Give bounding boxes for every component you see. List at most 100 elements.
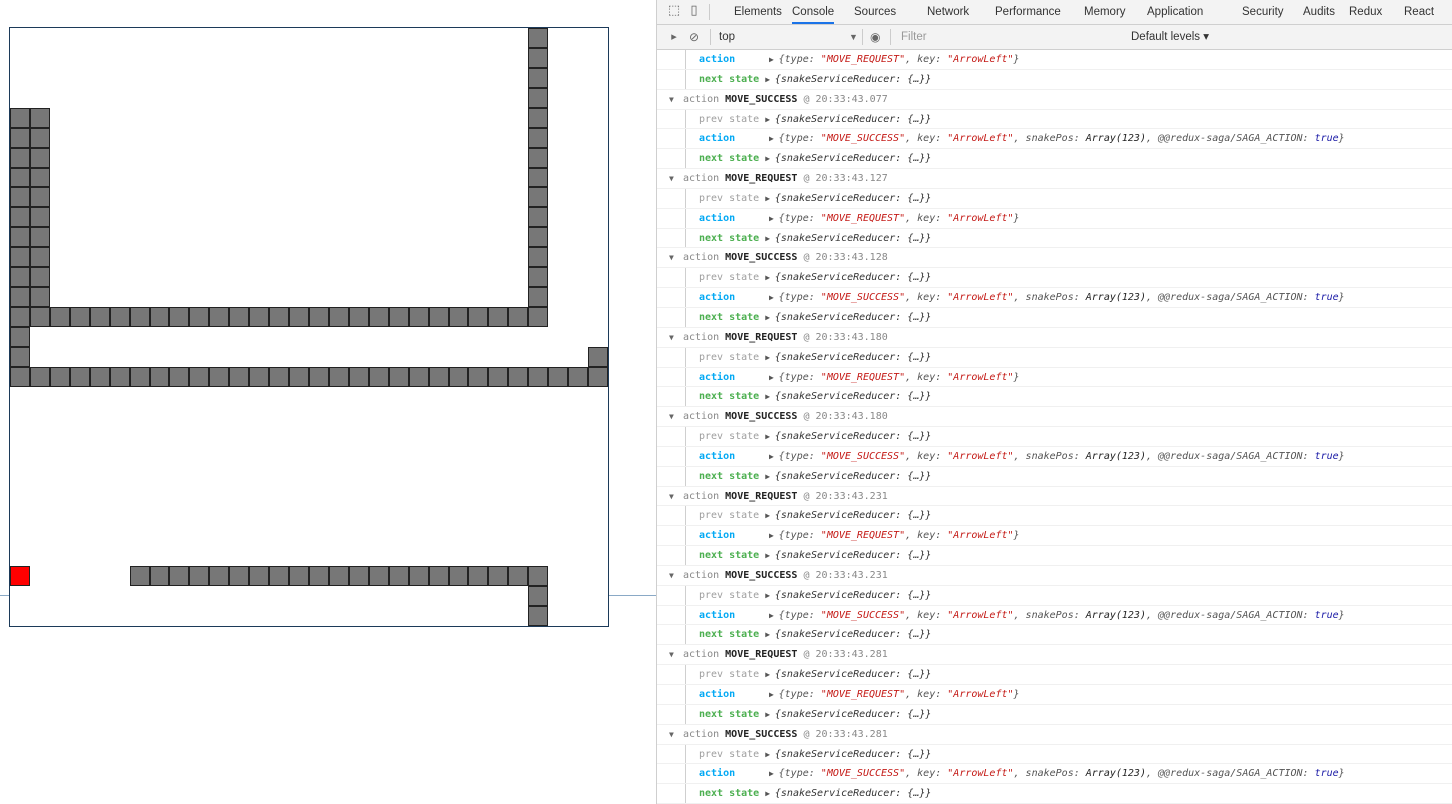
state-object[interactable]: ▶ {snakeServiceReducer: {…}} [765, 709, 931, 720]
state-object[interactable]: ▶ {snakeServiceReducer: {…}} [765, 233, 931, 244]
log-group-header[interactable]: ▼ action MOVE_REQUEST @ 20:33:43.180 [657, 328, 1452, 348]
log-group-header[interactable]: ▼ action MOVE_SUCCESS @ 20:33:43.180 [657, 407, 1452, 428]
expand-triangle-icon[interactable]: ▼ [669, 645, 674, 665]
state-object[interactable]: ▶ {snakeServiceReducer: {…}} [765, 114, 931, 125]
expand-arrow-icon[interactable]: ▶ [765, 472, 775, 481]
inspect-element-icon[interactable]: ⬚ [667, 4, 681, 18]
sidebar-toggle-icon[interactable]: ▸ [667, 30, 681, 44]
expand-arrow-icon[interactable]: ▶ [765, 591, 775, 600]
log-group-header[interactable]: ▼ action MOVE_SUCCESS @ 20:33:43.231 [657, 566, 1452, 586]
expand-arrow-icon[interactable]: ▶ [765, 75, 775, 84]
state-object[interactable]: ▶ {snakeServiceReducer: {…}} [765, 312, 931, 323]
state-object[interactable]: ▶ {snakeServiceReducer: {…}} [765, 74, 931, 85]
expand-arrow-icon[interactable]: ▶ [765, 353, 775, 362]
expand-arrow-icon[interactable]: ▶ [765, 392, 775, 401]
expand-arrow-icon[interactable]: ▶ [765, 154, 775, 163]
live-expression-eye-icon[interactable]: ◉ [870, 25, 880, 49]
expand-arrow-icon[interactable]: ▶ [765, 630, 775, 639]
state-object[interactable]: ▶ {snakeServiceReducer: {…}} [765, 510, 931, 521]
state-object[interactable]: ▶ {snakeServiceReducer: {…}} [765, 193, 931, 204]
expand-arrow-icon[interactable]: ▶ [765, 511, 775, 520]
expand-triangle-icon[interactable]: ▼ [669, 487, 674, 507]
log-row: next state ▶ {snakeServiceReducer: {…}} [657, 784, 1452, 804]
expand-triangle-icon[interactable]: ▼ [669, 566, 674, 586]
expand-triangle-icon[interactable]: ▼ [669, 328, 674, 348]
expand-arrow-icon[interactable]: ▶ [765, 789, 775, 798]
filter-input[interactable]: Filter [901, 25, 927, 49]
expand-arrow-icon[interactable]: ▶ [769, 769, 779, 778]
state-object[interactable]: ▶ {snakeServiceReducer: {…}} [765, 391, 931, 402]
state-object[interactable]: ▶ {snakeServiceReducer: {…}} [765, 153, 931, 164]
state-object[interactable]: ▶ {snakeServiceReducer: {…}} [765, 352, 931, 363]
expand-arrow-icon[interactable]: ▶ [769, 293, 779, 302]
expand-arrow-icon[interactable]: ▶ [769, 611, 779, 620]
expand-arrow-icon[interactable]: ▶ [769, 55, 779, 64]
expand-triangle-icon[interactable]: ▼ [669, 407, 674, 427]
state-object[interactable]: ▶ {snakeServiceReducer: {…}} [765, 550, 931, 561]
snake-segment [568, 366, 589, 387]
state-object[interactable]: ▶ {snakeServiceReducer: {…}} [765, 669, 931, 680]
tab-redux[interactable]: Redux [1349, 0, 1382, 24]
expand-triangle-icon[interactable]: ▼ [669, 725, 674, 745]
log-group-header[interactable]: ▼ action MOVE_REQUEST @ 20:33:43.281 [657, 645, 1452, 666]
expand-arrow-icon[interactable]: ▶ [765, 115, 775, 124]
state-object[interactable]: ▶ {snakeServiceReducer: {…}} [765, 749, 931, 760]
tab-application[interactable]: Application [1147, 0, 1203, 24]
log-group-header[interactable]: ▼ action MOVE_SUCCESS @ 20:33:43.281 [657, 725, 1452, 745]
action-object[interactable]: ▶ {type: "MOVE_SUCCESS", key: "ArrowLeft… [769, 447, 1345, 467]
action-object[interactable]: ▶ {type: "MOVE_SUCCESS", key: "ArrowLeft… [769, 764, 1345, 784]
tab-sources[interactable]: Sources [854, 0, 896, 24]
action-object[interactable]: ▶ {type: "MOVE_SUCCESS", key: "ArrowLeft… [769, 606, 1345, 626]
expand-arrow-icon[interactable]: ▶ [765, 551, 775, 560]
context-dropdown-chevron-icon[interactable]: ▼ [849, 25, 858, 49]
action-object[interactable]: ▶ {type: "MOVE_REQUEST", key: "ArrowLeft… [769, 685, 1020, 705]
state-object[interactable]: ▶ {snakeServiceReducer: {…}} [765, 629, 931, 640]
expand-arrow-icon[interactable]: ▶ [769, 373, 779, 382]
tab-memory[interactable]: Memory [1084, 0, 1126, 24]
expand-arrow-icon[interactable]: ▶ [765, 194, 775, 203]
expand-arrow-icon[interactable]: ▶ [769, 214, 779, 223]
tab-react[interactable]: React [1404, 0, 1434, 24]
expand-arrow-icon[interactable]: ▶ [765, 273, 775, 282]
expand-triangle-icon[interactable]: ▼ [669, 169, 674, 189]
expand-arrow-icon[interactable]: ▶ [769, 531, 779, 540]
tab-elements[interactable]: Elements [734, 0, 782, 24]
clear-console-icon[interactable]: ⊘ [687, 30, 701, 44]
state-object[interactable]: ▶ {snakeServiceReducer: {…}} [765, 471, 931, 482]
action-object[interactable]: ▶ {type: "MOVE_REQUEST", key: "ArrowLeft… [769, 50, 1020, 70]
expand-arrow-icon[interactable]: ▶ [769, 134, 779, 143]
device-toolbar-icon[interactable]: ▯ [687, 4, 701, 18]
state-object[interactable]: ▶ {snakeServiceReducer: {…}} [765, 590, 931, 601]
expand-arrow-icon[interactable]: ▶ [765, 432, 775, 441]
action-object[interactable]: ▶ {type: "MOVE_SUCCESS", key: "ArrowLeft… [769, 129, 1345, 149]
expand-arrow-icon[interactable]: ▶ [769, 452, 779, 461]
expand-arrow-icon[interactable]: ▶ [765, 670, 775, 679]
tab-security[interactable]: Security [1242, 0, 1284, 24]
action-object[interactable]: ▶ {type: "MOVE_REQUEST", key: "ArrowLeft… [769, 209, 1020, 229]
expand-arrow-icon[interactable]: ▶ [765, 313, 775, 322]
expand-arrow-icon[interactable]: ▶ [765, 710, 775, 719]
snake-segment [209, 366, 230, 387]
context-selector[interactable]: top [719, 25, 735, 49]
expand-triangle-icon[interactable]: ▼ [669, 90, 674, 110]
action-object[interactable]: ▶ {type: "MOVE_SUCCESS", key: "ArrowLeft… [769, 288, 1345, 308]
log-levels-dropdown[interactable]: Default levels ▾ [1131, 25, 1209, 49]
expand-arrow-icon[interactable]: ▶ [765, 750, 775, 759]
expand-triangle-icon[interactable]: ▼ [669, 248, 674, 268]
tab-audits[interactable]: Audits [1303, 0, 1335, 24]
log-group-header[interactable]: ▼ action MOVE_SUCCESS @ 20:33:43.128 [657, 248, 1452, 269]
state-object[interactable]: ▶ {snakeServiceReducer: {…}} [765, 788, 931, 799]
log-group-header[interactable]: ▼ action MOVE_REQUEST @ 20:33:43.231 [657, 487, 1452, 507]
expand-arrow-icon[interactable]: ▶ [769, 690, 779, 699]
tab-network[interactable]: Network [927, 0, 969, 24]
state-object[interactable]: ▶ {snakeServiceReducer: {…}} [765, 272, 931, 283]
expand-arrow-icon[interactable]: ▶ [765, 234, 775, 243]
tab-console[interactable]: Console [792, 0, 835, 24]
action-object[interactable]: ▶ {type: "MOVE_REQUEST", key: "ArrowLeft… [769, 368, 1020, 388]
snake-segment [448, 566, 469, 587]
state-object[interactable]: ▶ {snakeServiceReducer: {…}} [765, 431, 931, 442]
action-object[interactable]: ▶ {type: "MOVE_REQUEST", key: "ArrowLeft… [769, 526, 1020, 546]
log-group-header[interactable]: ▼ action MOVE_REQUEST @ 20:33:43.127 [657, 169, 1452, 189]
tab-performance[interactable]: Performance [995, 0, 1061, 24]
log-group-header[interactable]: ▼ action MOVE_SUCCESS @ 20:33:43.077 [657, 90, 1452, 110]
